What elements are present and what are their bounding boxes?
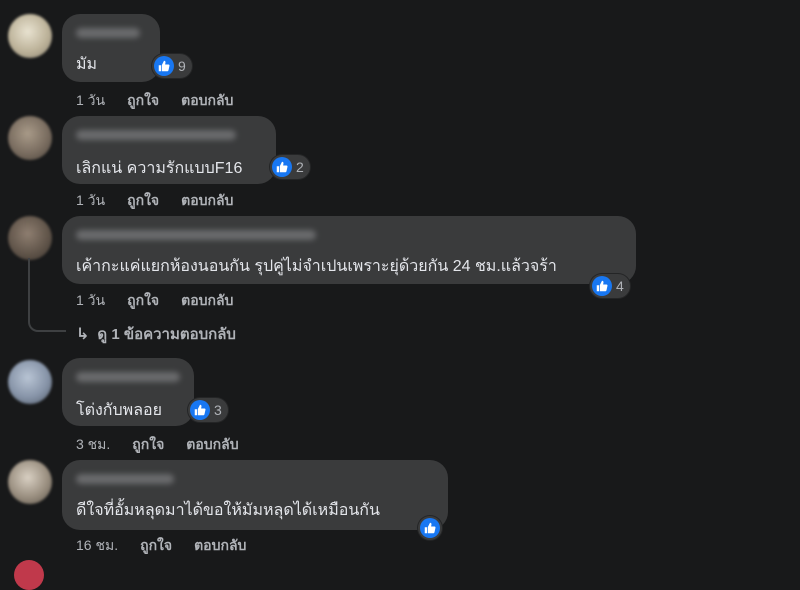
commenter-name-blurred[interactable] bbox=[76, 28, 140, 38]
reaction-count: 2 bbox=[296, 159, 304, 175]
view-replies-link[interactable]: ↳ ดู 1 ข้อความตอบกลับ bbox=[76, 322, 236, 346]
thumbs-up-icon bbox=[190, 400, 210, 420]
reply-link[interactable]: ตอบกลับ bbox=[186, 434, 238, 456]
reaction-badge[interactable]: 4 bbox=[590, 274, 630, 298]
reaction-badge[interactable]: 3 bbox=[188, 398, 228, 422]
reaction-badge[interactable] bbox=[418, 516, 442, 540]
avatar[interactable] bbox=[14, 560, 44, 590]
reply-link[interactable]: ตอบกลับ bbox=[181, 190, 233, 212]
comment-actions: 1 วัน ถูกใจ ตอบกลับ bbox=[76, 190, 233, 212]
comment-bubble: เค้ากะแค่แยกห้องนอนกัน รุปคู่ไม่จำเปนเพร… bbox=[62, 216, 636, 284]
commenter-name-blurred[interactable] bbox=[76, 372, 180, 382]
comment-text: เค้ากะแค่แยกห้องนอนกัน รุปคู่ไม่จำเปนเพร… bbox=[76, 258, 557, 275]
avatar[interactable] bbox=[8, 460, 52, 504]
comment-time[interactable]: 16 ชม. bbox=[76, 535, 118, 557]
comment-time[interactable]: 1 วัน bbox=[76, 90, 105, 112]
like-link[interactable]: ถูกใจ bbox=[127, 90, 159, 112]
reply-link[interactable]: ตอบกลับ bbox=[181, 290, 233, 312]
comment-time[interactable]: 3 ชม. bbox=[76, 434, 110, 456]
comment-text: เลิกแน่ ความรักแบบF16 bbox=[76, 160, 243, 177]
avatar[interactable] bbox=[8, 14, 52, 58]
comment-time[interactable]: 1 วัน bbox=[76, 290, 105, 312]
like-link[interactable]: ถูกใจ bbox=[140, 535, 172, 557]
thumbs-up-icon bbox=[420, 518, 440, 538]
thumbs-up-icon bbox=[154, 56, 174, 76]
comment-actions: 1 วัน ถูกใจ ตอบกลับ bbox=[76, 290, 233, 312]
reaction-badge[interactable]: 9 bbox=[152, 54, 192, 78]
avatar[interactable] bbox=[8, 216, 52, 260]
reaction-count: 4 bbox=[616, 278, 624, 294]
reply-link[interactable]: ตอบกลับ bbox=[181, 90, 233, 112]
comment-bubble: เลิกแน่ ความรักแบบF16 bbox=[62, 116, 276, 184]
view-replies-label: ดู 1 ข้อความตอบกลับ bbox=[97, 326, 236, 343]
comment-actions: 16 ชม. ถูกใจ ตอบกลับ bbox=[76, 535, 246, 557]
comment-bubble: โต่งกับพลอย bbox=[62, 358, 194, 426]
reply-arrow-icon: ↳ bbox=[76, 326, 90, 343]
comment-bubble: มัม bbox=[62, 14, 160, 82]
thread-connector bbox=[28, 258, 66, 332]
like-link[interactable]: ถูกใจ bbox=[132, 434, 164, 456]
commenter-name-blurred[interactable] bbox=[76, 474, 174, 484]
avatar[interactable] bbox=[8, 360, 52, 404]
comment-bubble: ดีใจที่อั้มหลุดมาได้ขอให้มัมหลุดได้เหมือ… bbox=[62, 460, 448, 530]
comment-text: ดีใจที่อั้มหลุดมาได้ขอให้มัมหลุดได้เหมือ… bbox=[76, 502, 380, 519]
thumbs-up-icon bbox=[592, 276, 612, 296]
reply-link[interactable]: ตอบกลับ bbox=[194, 535, 246, 557]
avatar[interactable] bbox=[8, 116, 52, 160]
reaction-count: 9 bbox=[178, 58, 186, 74]
reaction-badge[interactable]: 2 bbox=[270, 155, 310, 179]
reaction-count: 3 bbox=[214, 402, 222, 418]
comment-text: โต่งกับพลอย bbox=[76, 402, 162, 419]
comment-text: มัม bbox=[76, 56, 98, 73]
commenter-name-blurred[interactable] bbox=[76, 230, 316, 240]
comment-actions: 3 ชม. ถูกใจ ตอบกลับ bbox=[76, 434, 239, 456]
thumbs-up-icon bbox=[272, 157, 292, 177]
commenter-name-blurred[interactable] bbox=[76, 130, 236, 140]
comment-time[interactable]: 1 วัน bbox=[76, 190, 105, 212]
like-link[interactable]: ถูกใจ bbox=[127, 190, 159, 212]
comment-actions: 1 วัน ถูกใจ ตอบกลับ bbox=[76, 90, 233, 112]
like-link[interactable]: ถูกใจ bbox=[127, 290, 159, 312]
